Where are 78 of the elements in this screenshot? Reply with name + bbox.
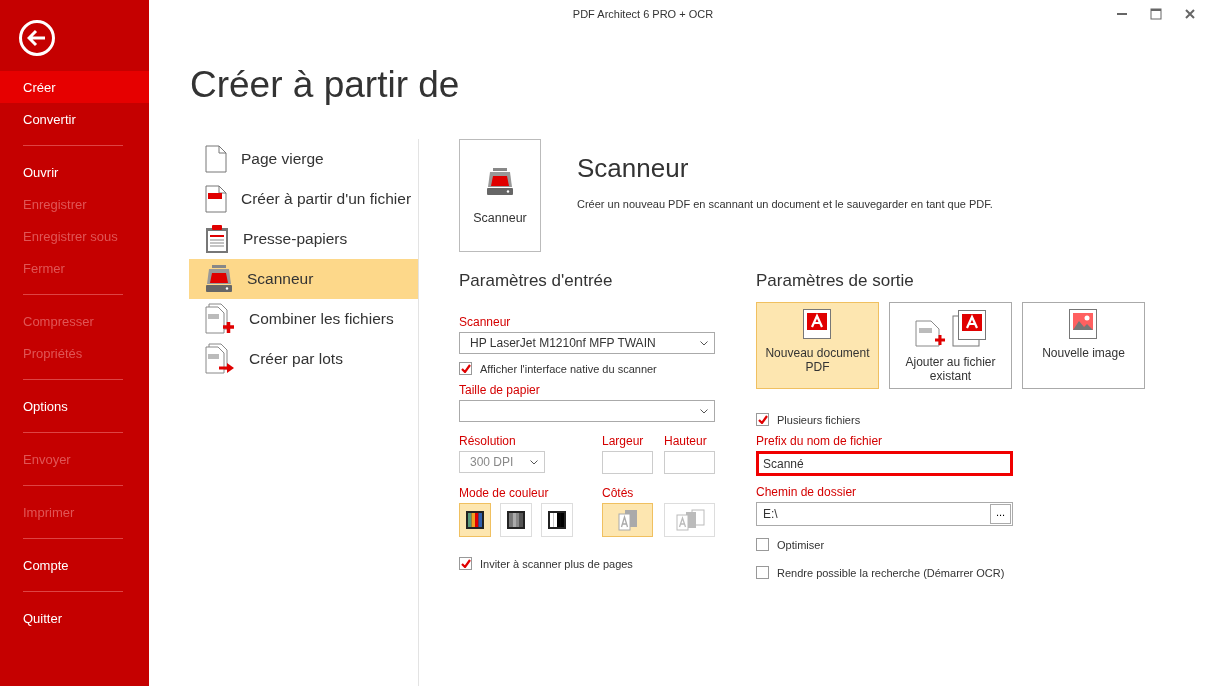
field-label: Chemin de dossier xyxy=(756,485,858,499)
field-label: Taille de papier xyxy=(459,383,541,397)
checkbox-label: Optimiser xyxy=(777,538,825,551)
clipboard-icon xyxy=(205,224,229,254)
page-title: Créer à partir de xyxy=(190,63,461,107)
source-label: Créer à partir d'un fichier xyxy=(241,190,412,208)
scanner-select[interactable]: HP LaserJet M1210nf MFP TWAIN xyxy=(459,332,715,354)
scanner-icon xyxy=(205,264,233,294)
file-page-icon xyxy=(205,185,227,213)
color-mode-button[interactable] xyxy=(500,503,532,537)
output-option-button[interactable]: Nouvelle image xyxy=(1022,302,1145,389)
back-button[interactable] xyxy=(19,20,55,56)
field-label: Côtés xyxy=(602,486,635,500)
source-list-item[interactable]: Combiner les fichiers xyxy=(189,299,418,339)
combine-files-icon xyxy=(205,303,235,335)
browse-button[interactable]: ... xyxy=(990,504,1011,524)
field-label: Mode de couleur xyxy=(459,486,550,500)
maximize-icon xyxy=(1150,8,1162,20)
field-label: Largeur xyxy=(602,434,645,448)
color-mode-button[interactable] xyxy=(459,503,491,537)
window-title: PDF Architect 6 PRO + OCR xyxy=(571,8,715,20)
source-label: Presse-papiers xyxy=(243,230,348,248)
checkbox-label: Plusieurs fichiers xyxy=(777,413,861,426)
source-list-item[interactable]: Presse-papiers xyxy=(189,219,418,259)
pdf-document-icon xyxy=(803,309,832,340)
height-input[interactable] xyxy=(664,451,715,474)
back-arrow-icon xyxy=(27,29,47,47)
checkbox-label: Rendre possible la recherche (Démarrer OCR) xyxy=(777,566,1005,579)
sidebar-item[interactable]: Ouvrir xyxy=(0,156,149,188)
field-label: Résolution xyxy=(459,434,517,448)
field-label: Hauteur xyxy=(664,434,708,448)
source-label: Scanneur xyxy=(247,270,314,288)
image-file-icon xyxy=(1069,309,1098,340)
batch-files-icon xyxy=(205,343,235,375)
section-description: Créer un nouveau PDF en scannant un document et le sauvegarder en tant que PDF. xyxy=(577,198,993,210)
section-heading: Scanneur xyxy=(577,153,690,184)
tile-label: Scanneur xyxy=(473,210,527,225)
checkbox[interactable] xyxy=(459,362,472,375)
column-heading: Paramètres de sortie xyxy=(756,271,915,291)
output-option-button[interactable]: Ajouter au fichier existant xyxy=(889,302,1012,389)
single-page-icon xyxy=(615,509,640,531)
source-label: Créer par lots xyxy=(249,350,343,368)
checkbox-label: Afficher l'interface native du scanner xyxy=(480,362,657,375)
folder-path-field[interactable]: E:\ ... xyxy=(756,502,1013,526)
column-heading: Paramètres d'entrée xyxy=(459,271,614,291)
sidebar-item[interactable]: Convertir xyxy=(0,103,149,135)
blank-page-icon xyxy=(205,145,227,173)
source-list-item[interactable]: Page vierge xyxy=(189,139,418,179)
checkbox[interactable] xyxy=(756,566,769,579)
checkbox[interactable] xyxy=(756,538,769,551)
source-list-item[interactable]: Créer par lots xyxy=(189,339,418,379)
checkbox-label: Inviter à scanner plus de pages xyxy=(480,557,633,570)
scanner-icon xyxy=(486,166,514,197)
grayscale-stripes-icon xyxy=(507,511,525,529)
checkbox[interactable] xyxy=(756,413,769,426)
field-label: Prefix du nom de fichier xyxy=(756,434,884,448)
source-list-item[interactable]: Créer à partir d'un fichier xyxy=(189,179,418,219)
field-label: Scanneur xyxy=(459,315,512,329)
prefix-input[interactable]: Scanné xyxy=(756,451,1013,476)
color-mode-button[interactable] xyxy=(541,503,573,537)
add-to-pdf-icon xyxy=(914,309,987,349)
close-icon xyxy=(1184,8,1196,20)
source-label: Page vierge xyxy=(241,150,324,168)
sidebar-item[interactable]: Options xyxy=(0,390,149,422)
sidebar-item[interactable]: Quitter xyxy=(0,602,149,634)
monochrome-icon xyxy=(548,511,566,529)
sidebar-item[interactable]: Créer xyxy=(0,71,149,103)
double-page-icon xyxy=(673,509,706,531)
caret-icon xyxy=(700,408,708,414)
sidebar-item[interactable]: Compte xyxy=(0,549,149,581)
caret-icon xyxy=(530,459,538,465)
checkbox[interactable] xyxy=(459,557,472,570)
width-input[interactable] xyxy=(602,451,653,474)
source-label: Combiner les fichiers xyxy=(249,310,394,328)
caret-icon xyxy=(700,340,708,346)
output-option-button[interactable]: Nouveau document PDF xyxy=(756,302,879,389)
source-list-item[interactable]: Scanneur xyxy=(189,259,418,299)
color-stripes-icon xyxy=(466,511,484,529)
